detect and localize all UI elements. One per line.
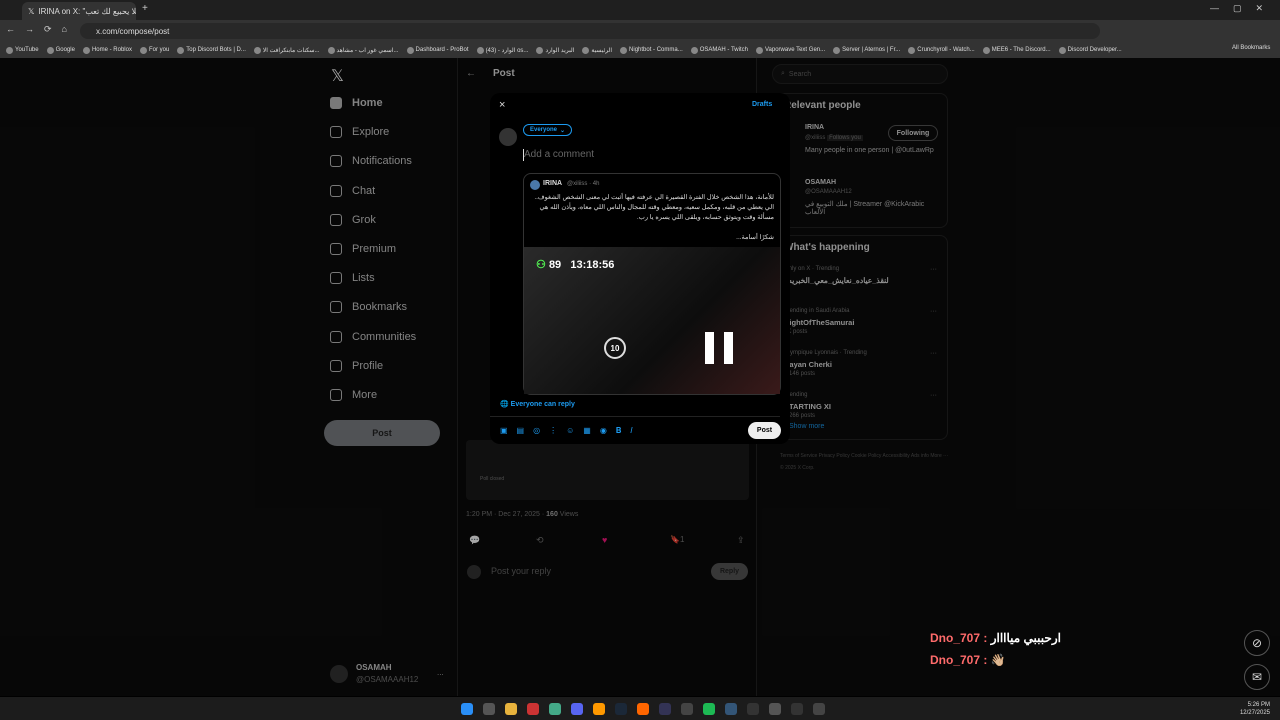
bookmark-favicon-icon	[690, 46, 698, 54]
bookmarks-bar: YouTube Google Home - Roblox For you Top Dis…	[0, 42, 1280, 58]
app-icon	[659, 702, 671, 715]
app-icon	[593, 702, 605, 715]
chat-line: Dno_707 : ارحبببي مياااار	[930, 631, 1061, 645]
taskbar: 5:26 PM 12/27/2025	[0, 697, 1280, 720]
app-icon	[725, 702, 737, 715]
tab-strip	[0, 0, 1280, 20]
rewind-icon[interactable]: 10	[604, 337, 626, 359]
audience-selector[interactable]: Everyone ⌄	[523, 124, 573, 136]
folder-icon	[505, 702, 517, 715]
bookmark-item[interactable]: OSAMAH - Twitch	[690, 46, 748, 54]
bookmark-item[interactable]: (43) - الوارد os...	[476, 46, 528, 54]
bookmark-favicon-icon	[476, 46, 484, 54]
bookmark-item[interactable]: Top Discord Bots | D...	[177, 46, 246, 54]
start-icon	[461, 702, 473, 715]
nav-buttons[interactable]: ←→⟳⌂	[6, 24, 77, 35]
spotify-icon	[703, 702, 715, 715]
bookmark-favicon-icon	[582, 46, 590, 54]
grok-icon[interactable]: ⊘	[1244, 630, 1270, 656]
bookmark-item[interactable]: YouTube	[6, 46, 39, 54]
drafts-button[interactable]: Drafts	[752, 101, 772, 108]
bookmark-item[interactable]: Dashboard - ProBot	[406, 46, 469, 54]
quoted-sign: شكرًا أسامة...	[736, 234, 774, 241]
search-icon	[483, 702, 495, 715]
messages-icon[interactable]: ✉	[1244, 664, 1270, 690]
bookmark-favicon-icon	[1058, 46, 1066, 54]
bookmark-item[interactable]: Server | Aternos | Fr...	[833, 46, 900, 54]
bookmark-item[interactable]: البريد الوارد	[536, 46, 574, 54]
bookmark-item[interactable]: Nightbot - Comma...	[620, 46, 683, 54]
bookmark-item[interactable]: Home - Roblox	[82, 46, 132, 54]
address-bar[interactable]: x.com/compose/post	[80, 23, 1100, 39]
bookmark-item[interactable]: Discord Developer...	[1058, 46, 1122, 54]
bookmark-favicon-icon	[908, 46, 916, 54]
bookmark-item[interactable]: سكنات مابنكرافت الا...	[253, 46, 320, 54]
steam-icon	[615, 702, 627, 715]
app-icon	[791, 702, 803, 715]
bookmark-favicon-icon	[6, 46, 13, 54]
chrome-icon	[549, 702, 561, 715]
quoted-handle: @xiliiss · 4h	[567, 181, 600, 187]
quoted-name: IRINA	[543, 180, 563, 187]
app-icon	[637, 702, 649, 715]
bookmark-favicon-icon	[327, 46, 335, 54]
bookmark-favicon-icon	[833, 46, 841, 54]
bookmark-item[interactable]: الرئيسية	[582, 46, 612, 54]
bookmark-favicon-icon	[46, 46, 54, 54]
taskbar-apps[interactable]	[456, 702, 830, 715]
bookmark-item[interactable]: Vaporwave Text Gen...	[755, 46, 825, 54]
app-icon	[747, 702, 759, 715]
chat-line: Dno_707 : 👋🏼	[930, 653, 1006, 667]
app-icon	[681, 702, 693, 715]
quoted-avatar	[530, 180, 540, 190]
close-icon[interactable]: ×	[499, 99, 505, 111]
clock[interactable]: 5:26 PM 12/27/2025	[1240, 701, 1270, 717]
discord-icon	[571, 702, 583, 715]
all-bookmarks[interactable]: All Bookmarks	[1232, 45, 1270, 51]
bookmark-favicon-icon	[982, 46, 990, 54]
users-icon: ⚇	[536, 259, 546, 271]
post-button[interactable]: Post	[748, 422, 781, 439]
bookmark-item[interactable]: For you	[139, 46, 169, 54]
bookmark-favicon-icon	[755, 46, 763, 54]
app-icon	[769, 702, 781, 715]
globe-icon: 🌐	[500, 401, 509, 408]
bookmark-item[interactable]: Google	[46, 46, 75, 54]
chevron-down-icon: ⌄	[560, 127, 566, 134]
bookmark-favicon-icon	[536, 46, 544, 54]
bookmark-favicon-icon	[139, 46, 147, 54]
browser-tab[interactable]: 𝕏 IRINA on X: "هللا يحبيع لك تعب" ✕	[22, 2, 136, 20]
pause-icon[interactable]	[705, 332, 733, 364]
quoted-text: للأمانة، هذا الشخص خلال الفترة القصيرة ا…	[534, 194, 774, 221]
divider	[490, 416, 780, 417]
x-logo-icon: 𝕏	[28, 6, 35, 16]
new-tab-button[interactable]: +	[142, 3, 148, 14]
bookmark-favicon-icon	[253, 46, 261, 54]
comment-input[interactable]: Add a comment	[524, 149, 594, 160]
url-text: x.com/compose/post	[96, 26, 170, 36]
window-controls[interactable]: —▢✕	[1210, 3, 1277, 14]
tab-title: IRINA on X: "هللا يحبيع لك تعب"	[38, 6, 136, 16]
video-overlay: ⚇ 89 13:18:56	[536, 259, 615, 271]
bookmark-item[interactable]: اسمي غور اب - مشاهد...	[327, 46, 399, 54]
app-icon	[813, 702, 825, 715]
bookmark-favicon-icon	[620, 46, 628, 54]
bookmark-item[interactable]: Crunchyroll - Watch...	[908, 46, 975, 54]
avatar	[499, 128, 517, 146]
bookmark-item[interactable]: MEE6 - The Discord...	[982, 46, 1051, 54]
reply-scope[interactable]: 🌐 Everyone can reply	[500, 400, 575, 408]
bookmark-favicon-icon	[406, 46, 414, 54]
app-icon	[527, 702, 539, 715]
bookmark-favicon-icon	[82, 46, 90, 54]
bookmark-favicon-icon	[177, 46, 185, 54]
compose-tools[interactable]: ▣▤◎⋮☺▦◉𝐁𝐼	[500, 426, 642, 436]
